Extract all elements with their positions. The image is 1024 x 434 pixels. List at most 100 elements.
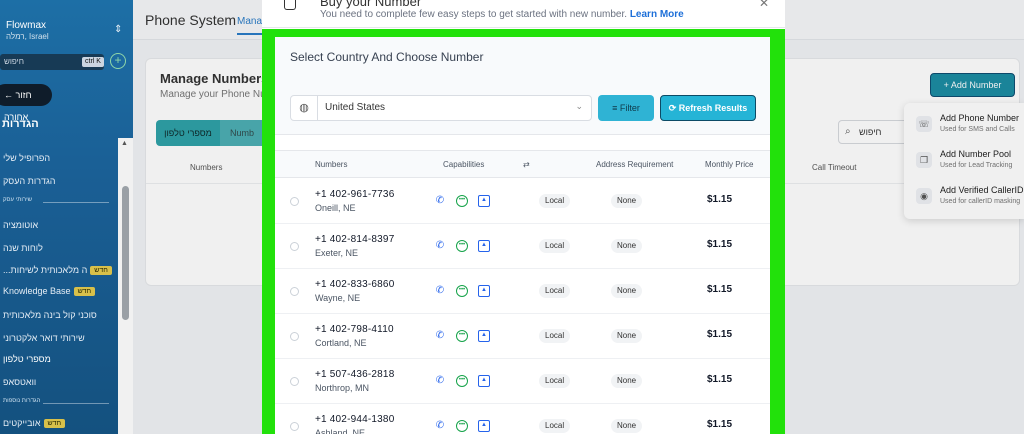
buy-number-modal: Buy your Number You need to complete few… — [262, 0, 785, 434]
sms-icon: ••• — [456, 375, 468, 387]
phone-number: +1 402-961-7736 — [315, 189, 395, 200]
sidebar-item-automation[interactable]: אוטומציה — [3, 220, 38, 230]
sidebar-account-switcher[interactable]: Flowmax רמלה, Israel ⇕ — [0, 8, 133, 48]
sidebar-item-email-services[interactable]: שירותי דואר אלקטרוני — [3, 333, 85, 343]
new-badge: חדש — [90, 266, 112, 276]
address-requirement-badge: None — [611, 239, 643, 253]
sidebar-divider-business-services: שירותי עסק — [3, 197, 109, 207]
number-type-badge: Local — [539, 239, 571, 253]
globe-icon: ◍ — [291, 96, 318, 120]
sms-icon: ••• — [456, 285, 468, 297]
country-value: United States — [325, 102, 386, 113]
address-requirement-badge: None — [611, 329, 643, 343]
number-type-badge: Local — [539, 419, 571, 433]
back-button[interactable]: ← חזור אחורה — [0, 84, 52, 122]
account-location: רמלה, Israel — [6, 32, 49, 41]
sidebar-item-whatsapp[interactable]: וואטסאפ — [3, 377, 36, 387]
refresh-results-button[interactable]: ⟳ Refresh Results — [660, 95, 756, 121]
address-requirement-badge: None — [611, 284, 643, 298]
learn-more-link[interactable]: Learn More — [630, 9, 684, 20]
select-radio[interactable] — [290, 377, 299, 386]
sidebar-item-profile[interactable]: הפרופיל שלי — [3, 153, 50, 163]
address-requirement-badge: None — [611, 194, 643, 208]
phone-icon: ✆ — [435, 240, 445, 251]
numbers-table-header: Numbers Capabilities ⇄ Address Requireme… — [275, 150, 770, 178]
phone-icon: ✆ — [435, 420, 445, 431]
phone-location: Exeter, NE — [315, 248, 359, 258]
sidebar-scrollbar[interactable]: ▲ — [118, 138, 133, 434]
number-type-badge: Local — [539, 329, 571, 343]
monthly-price: $1.15 — [707, 239, 733, 250]
phone-number: +1 402-944-1380 — [315, 414, 395, 425]
select-radio[interactable] — [290, 422, 299, 431]
mms-icon: ▲ — [478, 195, 490, 207]
phone-icon: ✆ — [435, 330, 445, 341]
column-header-numbers: Numbers — [315, 160, 348, 169]
table-row[interactable]: +1 402-833-6860 Wayne, NE ✆ ••• ▲ Local None $1… — [275, 269, 770, 314]
phone-location: Northrop, MN — [315, 383, 370, 393]
new-badge: חדש — [73, 287, 96, 297]
sidebar-item-business[interactable]: הגדרות העסק — [3, 176, 56, 186]
sidebar-item-ai-calls[interactable]: ...ה מלאכותית לשיחות חדש — [3, 265, 112, 276]
sidebar-item-objects[interactable]: אובייקטים חדש — [3, 418, 66, 429]
modal-title: Buy your Number — [320, 0, 422, 9]
sms-icon: ••• — [456, 240, 468, 252]
number-type-badge: Local — [539, 194, 571, 208]
monthly-price: $1.15 — [707, 284, 733, 295]
sidebar: Flowmax רמלה, Israel ⇕ חיפוש ctrl K + ← … — [0, 0, 133, 434]
panel-title: Select Country And Choose Number — [290, 50, 484, 64]
table-row[interactable]: +1 402-961-7736 Oneill, NE ✆ ••• ▲ Local None $… — [275, 179, 770, 224]
column-header-address-requirement: Address Requirement — [596, 160, 674, 169]
monthly-price: $1.15 — [707, 194, 733, 205]
scrollbar-thumb[interactable] — [122, 186, 129, 320]
modal-header: Buy your Number You need to complete few… — [262, 0, 785, 28]
refresh-icon: ⟳ — [668, 103, 677, 113]
column-header-capabilities: Capabilities — [443, 160, 485, 169]
mms-icon: ▲ — [478, 240, 490, 252]
column-header-type-icon: ⇄ — [523, 160, 530, 169]
phone-icon: ✆ — [435, 195, 445, 206]
phone-number: +1 402-814-8397 — [315, 234, 395, 245]
phone-icon: ✆ — [435, 375, 445, 386]
quick-add-button[interactable]: + — [110, 53, 126, 69]
phone-location: Oneill, NE — [315, 203, 356, 213]
shopping-bag-icon — [284, 0, 296, 10]
search-placeholder: חיפוש — [4, 57, 24, 66]
sidebar-item-calendars[interactable]: לוחות שנה — [3, 243, 43, 253]
scroll-up-icon[interactable]: ▲ — [121, 140, 128, 147]
select-radio[interactable] — [290, 332, 299, 341]
arrow-left-icon: ← — [4, 90, 13, 100]
sidebar-search-input[interactable]: חיפוש ctrl K — [0, 54, 104, 70]
table-row[interactable]: +1 402-798-4110 Cortland, NE ✆ ••• ▲ Local Non… — [275, 314, 770, 359]
sidebar-item-knowledge-base[interactable]: Knowledge Base חדש — [3, 286, 96, 297]
account-name: Flowmax — [6, 20, 47, 31]
close-icon[interactable]: ✕ — [759, 0, 769, 10]
table-row[interactable]: +1 402-814-8397 Exeter, NE ✆ ••• ▲ Local None $… — [275, 224, 770, 269]
number-type-badge: Local — [539, 284, 571, 298]
sidebar-section-title: הגדרות — [2, 118, 39, 130]
mms-icon: ▲ — [478, 420, 490, 432]
number-type-badge: Local — [539, 374, 571, 388]
select-radio[interactable] — [290, 287, 299, 296]
table-row[interactable]: +1 507-436-2818 Northrop, MN ✆ ••• ▲ Local Non… — [275, 359, 770, 404]
chevron-updown-icon: ⇕ — [114, 24, 123, 35]
phone-number: +1 402-833-6860 — [315, 279, 395, 290]
modal-description: You need to complete few easy steps to g… — [320, 9, 684, 20]
sidebar-item-ai-voice-agents[interactable]: סוכני קול בינה מלאכותית — [3, 310, 97, 320]
sms-icon: ••• — [456, 195, 468, 207]
address-requirement-badge: None — [611, 419, 643, 433]
phone-location: Cortland, NE — [315, 338, 367, 348]
phone-number: +1 402-798-4110 — [315, 324, 394, 335]
mms-icon: ▲ — [478, 330, 490, 342]
filter-button[interactable]: ≡ Filter — [598, 95, 654, 121]
country-select[interactable]: ◍ United States ⌄ — [290, 95, 592, 121]
monthly-price: $1.15 — [707, 419, 733, 430]
select-radio[interactable] — [290, 197, 299, 206]
sidebar-item-phone-numbers[interactable]: מספרי טלפון — [3, 354, 51, 364]
table-row[interactable]: +1 402-944-1380 Ashland, NE ✆ ••• ▲ Local None… — [275, 404, 770, 434]
phone-number: +1 507-436-2818 — [315, 369, 395, 380]
search-shortcut-badge: ctrl K — [82, 57, 104, 67]
phone-location: Ashland, NE — [315, 428, 366, 434]
mms-icon: ▲ — [478, 285, 490, 297]
select-radio[interactable] — [290, 242, 299, 251]
